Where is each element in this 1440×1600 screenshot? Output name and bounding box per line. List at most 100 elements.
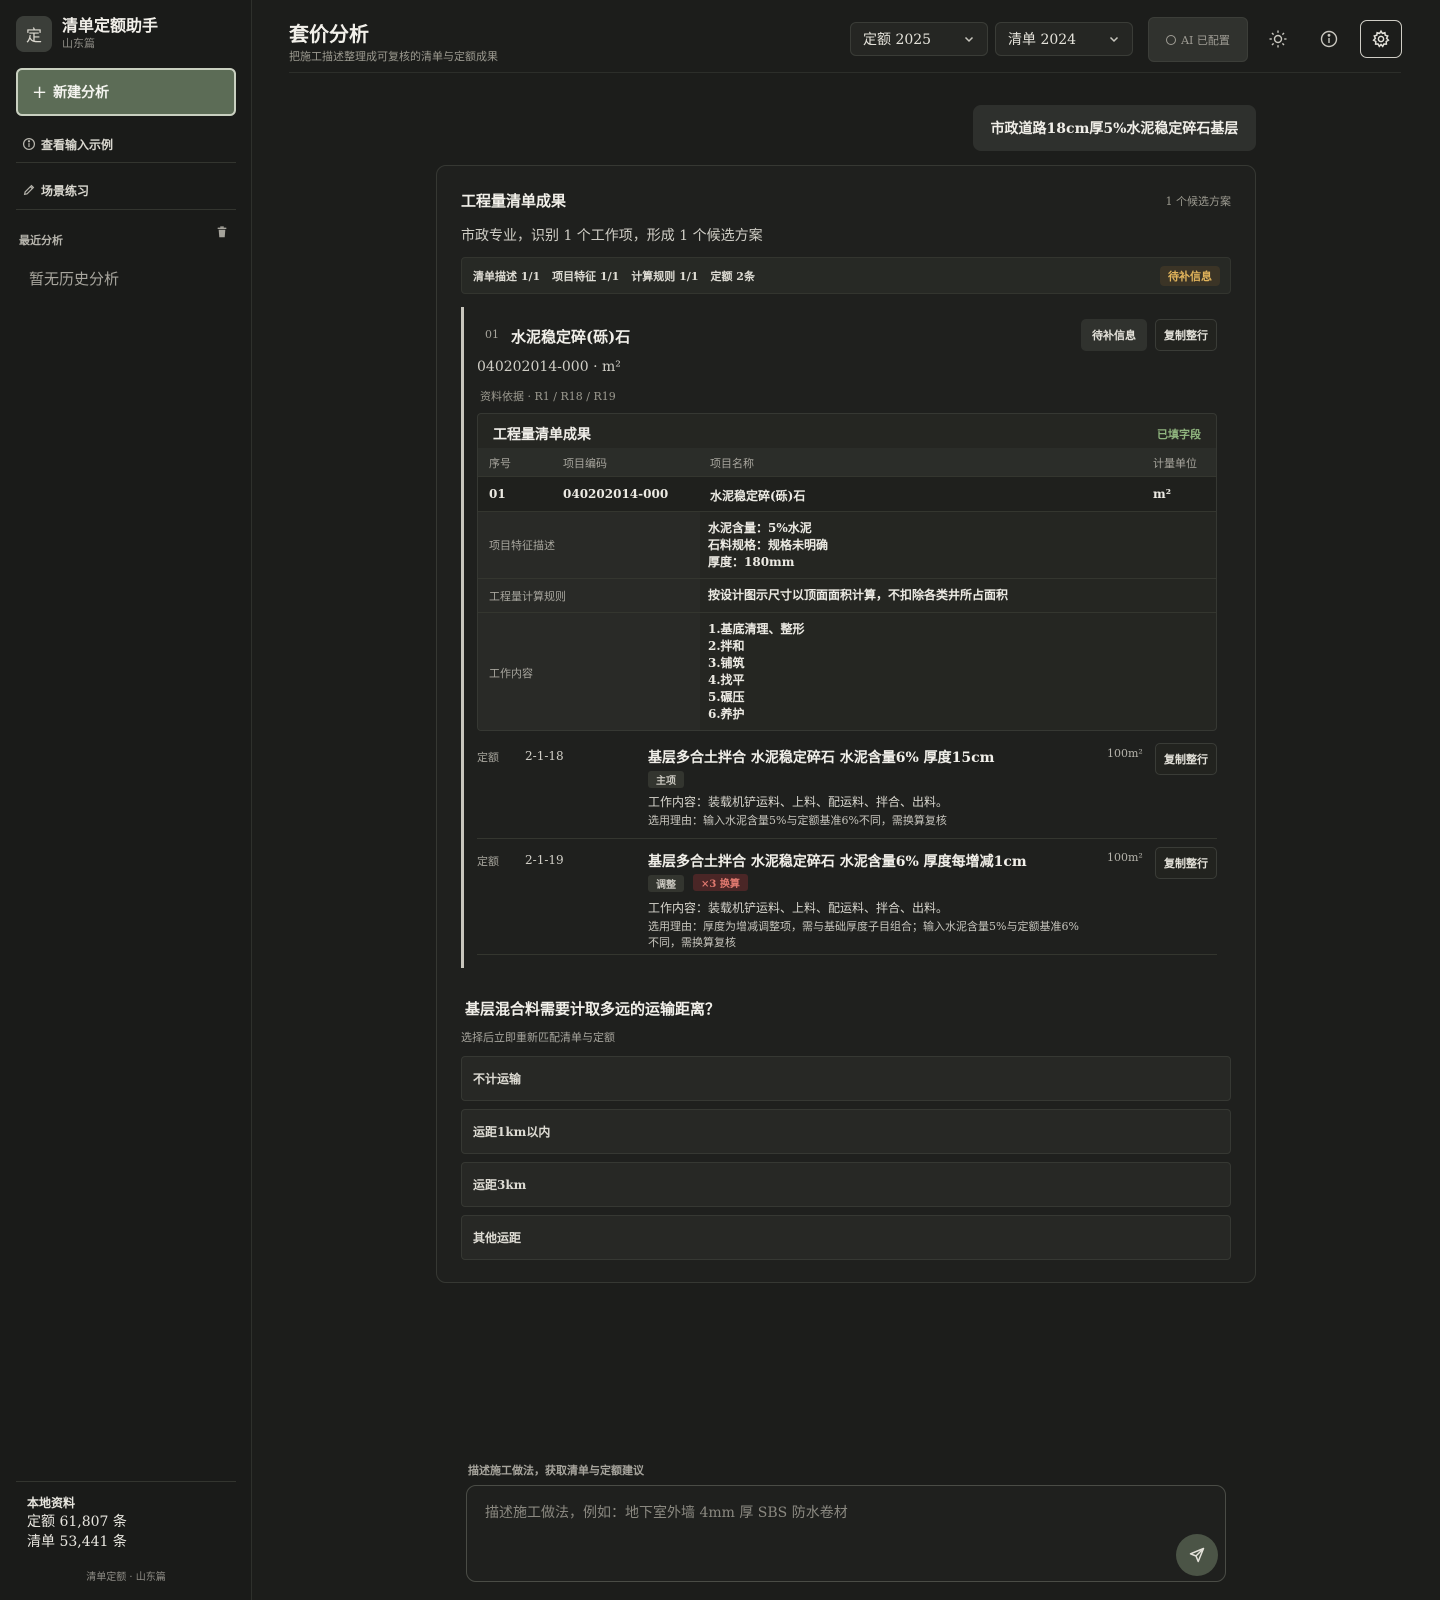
- work-step: 1.基底清理、整形: [708, 622, 805, 636]
- ai-status-button[interactable]: AI 已配置: [1148, 17, 1248, 62]
- info-icon[interactable]: [1318, 28, 1340, 50]
- col-unit: 计量单位: [1153, 457, 1197, 470]
- features-row: 项目特征描述 水泥含量：5%水泥 石料规格：规格未明确 厚度：180mm: [478, 511, 1216, 578]
- feature-cement: 水泥含量：5%水泥: [708, 521, 812, 535]
- table-row: 01 040202014-000 水泥稳定碎(砾)石 m²: [478, 476, 1216, 511]
- rule-label: 工程量计算规则: [478, 579, 700, 612]
- copy-row-button[interactable]: 复制整行: [1155, 847, 1217, 879]
- quota-name: 基层多合土拌合 水泥稳定碎石 水泥含量6% 厚度15cm: [648, 750, 995, 766]
- work-step: 4.找平: [708, 673, 745, 687]
- pending-info-button[interactable]: 待补信息: [1081, 319, 1147, 351]
- page-subtitle: 把施工描述整理成可复核的清单与定额成果: [289, 50, 498, 63]
- divider: [16, 209, 236, 210]
- new-analysis-label: 新建分析: [53, 85, 110, 101]
- composer: [466, 1485, 1226, 1582]
- status-badge: 待补信息: [1160, 266, 1220, 286]
- brand: 定 清单定额助手 山东篇: [16, 16, 158, 52]
- practice-link[interactable]: 场景练习: [22, 180, 89, 200]
- main-item-chip: 主项: [648, 771, 684, 788]
- no-history-text: 暂无历史分析: [29, 270, 120, 288]
- sidebar: 定 清单定额助手 山东篇 + 新建分析 查看输入示例 场景练习 最近分析 暂无历…: [0, 0, 252, 1600]
- quota-work: 工作内容：装载机铲运料、上料、配运料、拌合、出料。: [648, 901, 949, 915]
- local-resources: 本地资料 定额 61,807 条 清单 53,441 条: [27, 1494, 127, 1552]
- quota-version-select[interactable]: 定额 2025: [850, 22, 988, 56]
- option-other-distance[interactable]: 其他运距: [461, 1215, 1231, 1260]
- new-analysis-button[interactable]: + 新建分析: [16, 68, 236, 116]
- cell-code: 040202014-000: [563, 487, 669, 501]
- quota-code: 2-1-18: [525, 749, 564, 763]
- sun-icon[interactable]: [1267, 28, 1289, 50]
- header-divider: [289, 72, 1401, 73]
- list-result-table: 工程量清单成果 已填字段 序号 项目编码 项目名称 计量单位 01 040202…: [477, 413, 1217, 731]
- option-no-transport[interactable]: 不计运输: [461, 1056, 1231, 1101]
- work-step: 5.碾压: [708, 690, 745, 704]
- gear-icon: [1372, 29, 1390, 48]
- description-input[interactable]: [485, 1502, 1145, 1552]
- col-name: 项目名称: [710, 457, 754, 470]
- recent-label: 最近分析: [19, 234, 63, 247]
- divider: [16, 1481, 236, 1482]
- quota-work: 工作内容：装载机铲运料、上料、配运料、拌合、出料。: [648, 795, 949, 809]
- info-circle-icon: [22, 137, 36, 151]
- sidebar-footer: 清单定额 · 山东篇: [86, 1572, 166, 1583]
- plus-icon: +: [32, 81, 48, 103]
- stat-list-desc: 清单描述 1/1: [473, 269, 541, 283]
- work-step: 2.拌和: [708, 639, 745, 653]
- col-seq: 序号: [489, 457, 511, 470]
- list-version-select[interactable]: 清单 2024: [995, 22, 1133, 56]
- copy-row-button[interactable]: 复制整行: [1155, 743, 1217, 775]
- trash-icon[interactable]: [215, 225, 229, 239]
- copy-row-button[interactable]: 复制整行: [1155, 319, 1217, 351]
- item-rail: [461, 307, 464, 968]
- quota-unit: 100m²: [1107, 851, 1143, 864]
- quota-reason: 选用理由：输入水泥含量5%与定额基准6%不同，需换算复核: [648, 814, 947, 827]
- local-title: 本地资料: [27, 1496, 76, 1510]
- quota-version-value: 定额 2025: [863, 32, 932, 48]
- stat-rules: 计算规则 1/1: [631, 269, 699, 283]
- option-within-1km[interactable]: 运距1km以内: [461, 1109, 1231, 1154]
- features-label: 项目特征描述: [478, 512, 700, 578]
- quota-row: 定额 2-1-18 基层多合土拌合 水泥稳定碎石 水泥含量6% 厚度15cm 1…: [477, 743, 1217, 839]
- quota-code: 2-1-19: [525, 853, 564, 867]
- cell-unit: m²: [1153, 487, 1171, 501]
- rule-text: 按设计图示尺寸以顶面面积计算，不扣除各类井所占面积: [708, 588, 1009, 602]
- list-count: 清单 53,441 条: [27, 1534, 127, 1550]
- quota-count: 定额 61,807 条: [27, 1514, 127, 1530]
- candidate-count: 1 个候选方案: [1165, 195, 1232, 208]
- chevron-down-icon: [1109, 36, 1119, 43]
- rule-row: 工程量计算规则 按设计图示尺寸以顶面面积计算，不扣除各类井所占面积: [478, 578, 1216, 612]
- result-summary: 市政专业，识别 1 个工作项，形成 1 个候选方案: [461, 228, 763, 244]
- result-title: 工程量清单成果: [461, 192, 567, 210]
- settings-button[interactable]: [1360, 20, 1402, 58]
- work-step: 3.铺筑: [708, 656, 745, 670]
- question-subtitle: 选择后立即重新匹配清单与定额: [461, 1031, 615, 1044]
- filled-fields-label: 已填字段: [1157, 428, 1201, 441]
- quota-name: 基层多合土拌合 水泥稳定碎石 水泥含量6% 厚度每增减1cm: [648, 854, 1027, 870]
- quota-reason: 选用理由：厚度为增减调整项，需与基础厚度子目组合；输入水泥含量5%与定额基准6%…: [648, 920, 1079, 949]
- chevron-down-icon: [964, 36, 974, 43]
- adjust-chip: 调整: [648, 875, 684, 892]
- app-subtitle: 山东篇: [62, 37, 95, 50]
- ai-status-label: AI 已配置: [1181, 33, 1230, 47]
- item-references: 资料依据 · R1 / R18 / R19: [480, 390, 616, 403]
- view-examples-label: 查看输入示例: [41, 137, 114, 152]
- stats-bar: 清单描述 1/1 项目特征 1/1 计算规则 1/1 定额 2条 待补信息: [461, 257, 1231, 294]
- practice-label: 场景练习: [41, 183, 90, 198]
- table-header: 序号 项目编码 项目名称 计量单位: [478, 448, 1216, 476]
- send-button[interactable]: [1176, 1534, 1218, 1576]
- quota-tag: 定额: [477, 855, 499, 868]
- conversion-chip: ×3 换算: [693, 874, 748, 891]
- table-title: 工程量清单成果: [493, 427, 591, 443]
- stat-quotas: 定额 2条: [710, 269, 755, 283]
- option-3km[interactable]: 运距3km: [461, 1162, 1231, 1207]
- work-step: 6.养护: [708, 707, 745, 721]
- col-code: 项目编码: [563, 457, 607, 470]
- quota-tag: 定额: [477, 751, 499, 764]
- quota-row: 定额 2-1-19 基层多合土拌合 水泥稳定碎石 水泥含量6% 厚度每增减1cm…: [477, 847, 1217, 955]
- brand-logo: 定: [16, 16, 52, 52]
- question-title: 基层混合料需要计取多远的运输距离？: [465, 1000, 721, 1018]
- view-examples-link[interactable]: 查看输入示例: [22, 134, 113, 154]
- page-title: 套价分析: [289, 22, 369, 46]
- divider: [16, 162, 236, 163]
- feature-thickness: 厚度：180mm: [708, 555, 795, 569]
